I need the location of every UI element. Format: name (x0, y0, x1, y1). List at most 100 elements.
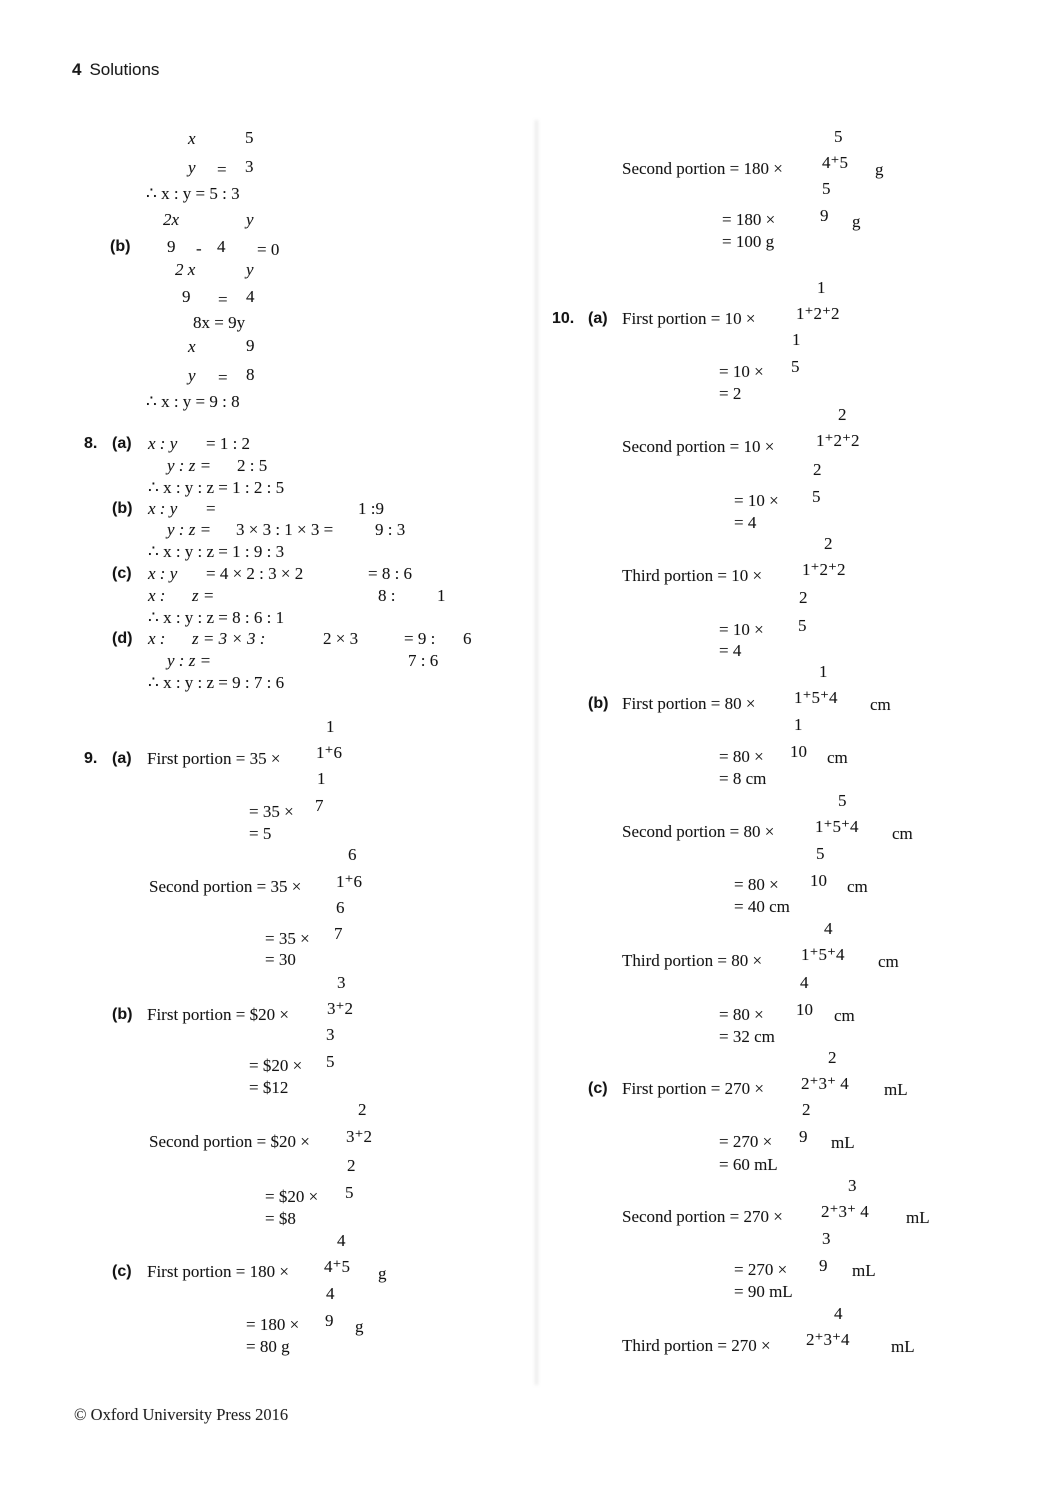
q8d-row1-rhs: = 9 : (404, 629, 436, 648)
q8c-row2-mid: z = (192, 586, 215, 605)
eqn2-num-right: y (246, 260, 254, 279)
q9c-step2-numerator: 4 (326, 1284, 335, 1303)
q10c-step7-unit: mL (891, 1337, 915, 1356)
q10b-step8-numerator: 4 (800, 973, 809, 992)
eqn4-equals: = (218, 368, 228, 387)
q10b-step7-lead: Third portion = 80 × (622, 951, 763, 970)
q10c-step2-denominator: 9 (799, 1127, 808, 1146)
q10c-step7-denominator: 2⁺3⁺4 (806, 1330, 850, 1349)
q10c-step4-numerator: 3 (848, 1176, 857, 1195)
q8b-row2-lhs: y : z = (167, 520, 212, 539)
q10a-step2-numerator: 1 (792, 330, 801, 349)
q10c-step2-unit: mL (831, 1133, 855, 1152)
q10c-step6-result: = 90 mL (734, 1282, 793, 1301)
q8a-row1-rhs: = 1 : 2 (206, 434, 251, 453)
q10b-step4-denominator: 1⁺5⁺4 (815, 817, 859, 836)
q8d-row1-lhs: x : (148, 629, 166, 648)
q9c-step1-numerator: 4 (337, 1231, 346, 1250)
q10b-step1-numerator: 1 (819, 662, 828, 681)
q9b-step4-denominator: 3⁺2 (346, 1127, 372, 1146)
q8c-row1-rhs: = 8 : 6 (368, 564, 413, 583)
q9c-step2-denominator: 9 (325, 1311, 334, 1330)
q10a-step5-lead: = 10 × (734, 491, 779, 510)
part-label-8a: (a) (112, 435, 132, 452)
q9b-step6-result: = $8 (265, 1209, 296, 1228)
page-footer-copyright: © Oxford University Press 2016 (74, 1405, 289, 1424)
q8c-row1-lhs: x : y (148, 564, 178, 583)
q10c-step5-numerator: 3 (822, 1229, 831, 1248)
q10b-step4-unit: cm (892, 824, 913, 843)
q9c-step1-denominator: 4⁺5 (324, 1257, 350, 1276)
q8b-row1-rhs: 1 :9 (358, 499, 384, 518)
q9a-step4-lead: Second portion = 35 × (149, 877, 302, 896)
q9a-step1-denominator: 1⁺6 (316, 743, 342, 762)
q8d-row2-rhs: 7 : 6 (408, 651, 439, 670)
q8c-row2-lhs: x : (148, 586, 166, 605)
q9c-step2-lead: = 180 × (246, 1315, 300, 1334)
q8d-conclusion: ∴ x : y : z = 9 : 7 : 6 (148, 673, 285, 692)
q10b-step6-result: = 40 cm (734, 897, 790, 916)
eqn2-den-right: 4 (246, 287, 255, 306)
part-label-8c: (c) (112, 565, 132, 582)
q10a-step6-result: = 4 (734, 513, 757, 532)
q9a-step6-result: = 30 (265, 950, 296, 969)
q9a-step4-denominator: 1⁺6 (336, 872, 362, 891)
q8c-conclusion: ∴ x : y : z = 8 : 6 : 1 (148, 608, 285, 627)
q8a-row2-lhs: y : z = (167, 456, 212, 475)
q9c-step3-result: = 80 g (246, 1337, 290, 1356)
q10b-step1-denominator: 1⁺5⁺4 (794, 688, 838, 707)
q10b-step1-unit: cm (870, 695, 891, 714)
q9b-step4-numerator: 2 (358, 1100, 367, 1119)
q9c-cont-step3-result: = 100 g (722, 232, 775, 251)
q10a-step4-lead: Second portion = 10 × (622, 437, 775, 456)
q10b-step8-denominator: 10 (796, 1000, 813, 1019)
q9a-step1-lead: First portion = 35 × (147, 749, 281, 768)
part-label-9a: (a) (112, 750, 132, 767)
q9a-step1-numerator: 1 (326, 717, 335, 736)
part-label-10b: (b) (588, 695, 609, 712)
q9c-cont-step1-numerator: 5 (834, 127, 843, 146)
q9c-step1-unit: g (378, 1264, 387, 1283)
q9a-step5-denominator: 7 (334, 924, 343, 943)
q10c-step1-denominator: 2⁺3⁺ 4 (801, 1074, 849, 1093)
eqn4-den-right: 8 (246, 365, 255, 384)
q10a-step2-denominator: 5 (791, 357, 800, 376)
q10b-step3-result: = 8 cm (719, 769, 767, 788)
q8a-conclusion: ∴ x : y : z = 1 : 2 : 5 (148, 478, 285, 497)
q9a-step4-numerator: 6 (348, 845, 357, 864)
frac-value-denominator: 3 (245, 157, 254, 176)
q9a-step2-numerator: 1 (317, 769, 326, 788)
q10b-step7-unit: cm (878, 952, 899, 971)
q9b-step1-numerator: 3 (337, 973, 346, 992)
q8b-row2-mid: 3 × 3 : 1 × 3 = (236, 520, 334, 539)
q10b-step7-numerator: 4 (824, 919, 833, 938)
q8a-row2-rhs: 2 : 5 (237, 456, 268, 475)
q9c-step2-unit: g (355, 1317, 364, 1336)
q10b-step5-lead: = 80 × (734, 875, 779, 894)
q10a-step7-numerator: 2 (824, 534, 833, 553)
q9c-cont-step2-unit: g (852, 212, 861, 231)
eqn4-den-left: y (188, 366, 196, 385)
q10a-step3-result: = 2 (719, 384, 742, 403)
q9c-cont-step1-denominator: 4⁺5 (822, 153, 848, 172)
q10c-step5-lead: = 270 × (734, 1260, 788, 1279)
q8c-row2-rhs2: 1 (437, 586, 446, 605)
q10a-step8-lead: = 10 × (719, 620, 764, 639)
eqn1-num-left: 2x (163, 210, 180, 229)
part-label-10c: (c) (588, 1080, 608, 1097)
q10c-step4-denominator: 2⁺3⁺ 4 (821, 1202, 869, 1221)
q10a-step7-lead: Third portion = 10 × (622, 566, 763, 585)
eqn1-den-left: 9 (167, 237, 176, 256)
eqn1-tail: = 0 (257, 240, 280, 259)
q10c-step5-denominator: 9 (819, 1256, 828, 1275)
q8b-row2-rhs: 9 : 3 (375, 520, 406, 539)
frac-numerator: x (188, 129, 196, 148)
q10b-step9-result: = 32 cm (719, 1027, 775, 1046)
part-label-10a: (a) (588, 310, 608, 327)
q9b-step3-result: = $12 (249, 1078, 289, 1097)
q10a-step2-lead: = 10 × (719, 362, 764, 381)
part-label-8d: (d) (112, 630, 133, 647)
q8d-row1-mid: z = 3 × 3 : (192, 629, 266, 648)
q8d-row2-lhs: y : z = (167, 651, 212, 670)
q10c-step1-numerator: 2 (828, 1048, 837, 1067)
